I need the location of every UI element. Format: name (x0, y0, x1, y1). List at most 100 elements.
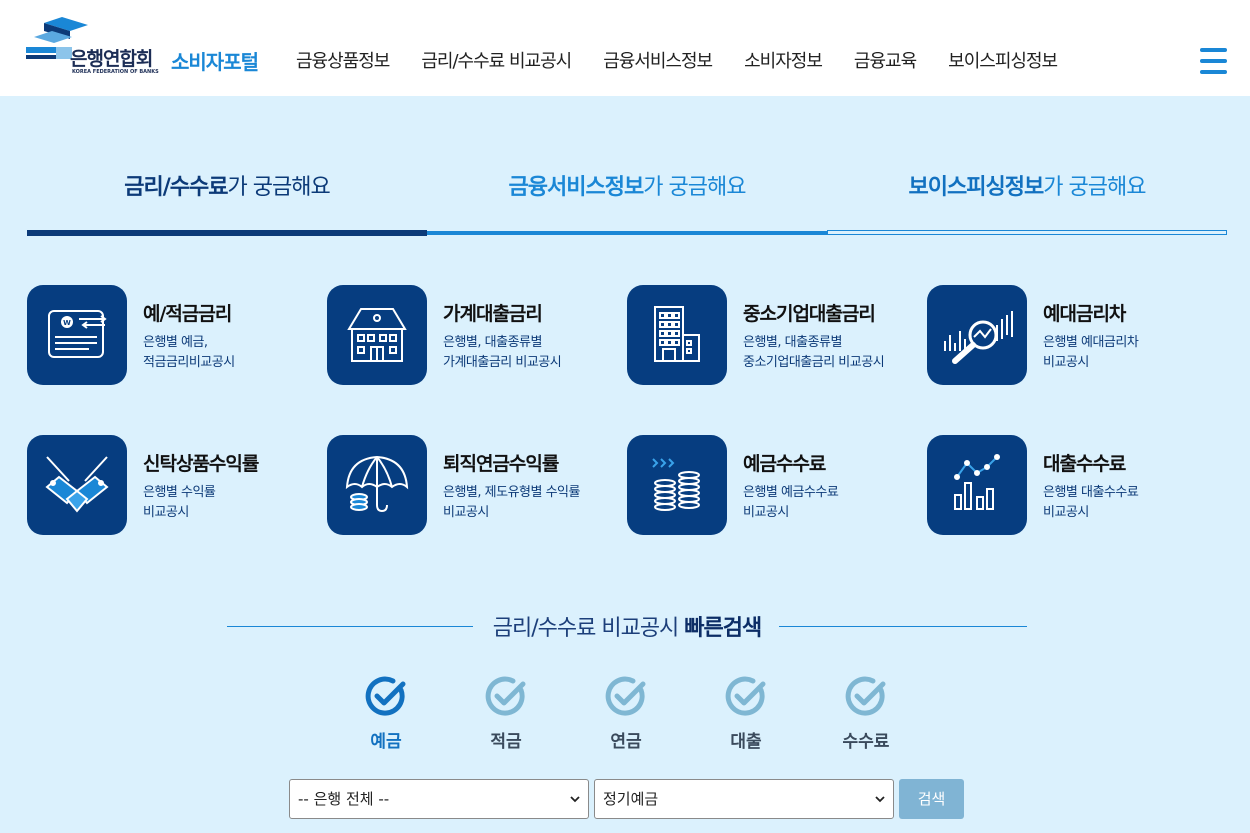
card-description: 은행별 예금, 적금금리비교공시 (143, 333, 323, 373)
title-strong: 빠른검색 (684, 616, 762, 641)
option-deposit[interactable]: 예금 (326, 676, 446, 756)
title-plain: 금리/수수료 비교공시 (492, 616, 685, 641)
magnifier-chart-icon (927, 285, 1027, 385)
card-title: 퇴직연금수익률 (443, 453, 559, 475)
card-desc-line: 가계대출금리 비교공시 (443, 355, 562, 370)
tab-underline-active (27, 230, 427, 236)
card-desc-line: 비교공시 (1043, 505, 1089, 520)
nav-item-products[interactable]: 금융상품정보 (296, 47, 390, 73)
tab-label-rest: 가 궁금해요 (1043, 175, 1146, 200)
bank-select[interactable]: -- 은행 전체 -- (289, 779, 589, 819)
nav-item-services[interactable]: 금융서비스정보 (603, 47, 713, 73)
card-desc-line: 은행별, 제도유형별 수익률 (443, 485, 580, 500)
tab-label-strong: 금리/수수료 (124, 175, 228, 200)
option-loan[interactable]: 대출 (686, 676, 806, 756)
option-label: 수수료 (842, 732, 890, 752)
option-fee[interactable]: 수수료 (806, 676, 926, 756)
svg-text:W: W (63, 319, 71, 327)
passbook-won-icon: W (27, 285, 127, 385)
card-trust-product-yield[interactable]: 신탁상품수익률 은행별 수익률 비교공시 (27, 435, 327, 535)
card-desc-line: 은행별 대출수수료 (1043, 485, 1139, 500)
bank-select-value: -- 은행 전체 -- (298, 790, 390, 808)
logo-name: 은행연합회 (70, 48, 153, 70)
option-pension[interactable]: 연금 (566, 676, 686, 756)
card-title: 대출수수료 (1043, 453, 1126, 475)
handshake-icon (27, 435, 127, 535)
card-description: 은행별, 대출종류별 중소기업대출금리 비교공시 (743, 333, 923, 373)
nav-item-rate-disclosure[interactable]: 금리/수수료 비교공시 (421, 47, 572, 73)
nav-item-education[interactable]: 금융교육 (854, 47, 917, 73)
card-title: 가계대출금리 (443, 303, 543, 325)
card-desc-line: 은행별 예금수수료 (743, 485, 839, 500)
product-select-value: 정기예금 (603, 790, 659, 808)
option-savings[interactable]: 적금 (446, 676, 566, 756)
tab-label-strong: 보이스피싱정보 (908, 175, 1045, 200)
site-header: 은행연합회 KOREA FEDERATION OF BANKS 소비자포털 금융… (0, 0, 1250, 96)
card-desc-line: 비교공시 (143, 505, 189, 520)
card-desc-line: 적금금리비교공시 (143, 355, 235, 370)
tab-label-rest: 가 궁금해요 (227, 175, 331, 200)
card-title: 중소기업대출금리 (743, 303, 876, 325)
tab-financial-services[interactable]: 금융서비스정보가 궁금해요 (427, 160, 827, 236)
card-desc-line: 은행별, 대출종류별 (743, 335, 842, 350)
card-desc-line: 은행별 수익률 (143, 485, 216, 500)
portal-name: 소비자포털 (171, 50, 259, 74)
topic-tabs: 금리/수수료가 궁금해요 금융서비스정보가 궁금해요 보이스피싱정보가 궁금해요 (27, 160, 1227, 236)
card-desc-line: 은행별 예금, (143, 335, 208, 350)
card-loan-fee[interactable]: 대출수수료 은행별 대출수수료 비교공시 (927, 435, 1227, 535)
card-desc-line: 은행별 예대금리차 (1043, 335, 1139, 350)
card-deposit-fee[interactable]: 예금수수료 은행별 예금수수료 비교공시 (627, 435, 927, 535)
card-title: 신탁상품수익률 (143, 453, 259, 475)
chevron-down-icon (875, 796, 885, 803)
card-loan-deposit-spread[interactable]: 예대금리차 은행별 예대금리차 비교공시 (927, 285, 1227, 385)
tab-rate-fee[interactable]: 금리/수수료가 궁금해요 (27, 160, 427, 236)
card-desc-line: 비교공시 (743, 505, 789, 520)
card-title: 예/적금금리 (143, 303, 232, 325)
nav-item-consumer-info[interactable]: 소비자정보 (744, 47, 823, 73)
option-label: 대출 (730, 732, 762, 752)
card-description: 은행별 예대금리차 비교공시 (1043, 333, 1223, 373)
card-sme-loan-rate[interactable]: 중소기업대출금리 은행별, 대출종류별 중소기업대출금리 비교공시 (627, 285, 927, 385)
tab-underline (827, 230, 1227, 235)
check-circle-icon (485, 676, 526, 716)
card-deposit-savings-rate[interactable]: W 예/적금금리 은행별 예금, 적금금리비교공시 (27, 285, 327, 385)
card-title: 예대금리차 (1043, 303, 1126, 325)
check-circle-icon (845, 676, 886, 716)
logo-subtitle: KOREA FEDERATION OF BANKS (72, 69, 159, 75)
card-pension-yield[interactable]: 퇴직연금수익률 은행별, 제도유형별 수익률 비교공시 (327, 435, 627, 535)
check-circle-icon (365, 676, 406, 716)
building-icon (627, 285, 727, 385)
product-select[interactable]: 정기예금 (594, 779, 894, 819)
card-description: 은행별, 대출종류별 가계대출금리 비교공시 (443, 333, 623, 373)
card-desc-line: 비교공시 (1043, 355, 1089, 370)
site-logo[interactable]: 은행연합회 KOREA FEDERATION OF BANKS 소비자포털 (26, 17, 276, 79)
house-icon (327, 285, 427, 385)
tab-underline (427, 231, 827, 235)
nav-item-voice-phishing[interactable]: 보이스피싱정보 (948, 47, 1058, 73)
main-nav: 금융상품정보 금리/수수료 비교공시 금융서비스정보 소비자정보 금융교육 보이… (296, 47, 1089, 73)
search-button[interactable]: 검색 (899, 779, 964, 819)
card-desc-line: 비교공시 (443, 505, 489, 520)
umbrella-coins-icon (327, 435, 427, 535)
line-bar-chart-icon (927, 435, 1027, 535)
card-description: 은행별 예금수수료 비교공시 (743, 483, 923, 523)
card-household-loan-rate[interactable]: 가계대출금리 은행별, 대출종류별 가계대출금리 비교공시 (327, 285, 627, 385)
option-label: 연금 (610, 732, 642, 752)
check-circle-icon (605, 676, 646, 716)
card-description: 은행별 대출수수료 비교공시 (1043, 483, 1223, 523)
card-desc-line: 중소기업대출금리 비교공시 (743, 355, 885, 370)
tab-voice-phishing[interactable]: 보이스피싱정보가 궁금해요 (827, 160, 1227, 236)
tab-label-strong: 금융서비스정보 (508, 175, 645, 200)
card-title: 예금수수료 (743, 453, 826, 475)
coin-stack-icon (627, 435, 727, 535)
quick-search-title: 금리/수수료 비교공시 빠른검색 (227, 610, 1027, 642)
card-description: 은행별, 제도유형별 수익률 비교공시 (443, 483, 623, 523)
option-label: 적금 (490, 732, 522, 752)
card-description: 은행별 수익률 비교공시 (143, 483, 323, 523)
hamburger-icon[interactable] (1200, 48, 1227, 74)
option-label: 예금 (370, 732, 402, 752)
card-desc-line: 은행별, 대출종류별 (443, 335, 542, 350)
quick-search-heading: 금리/수수료 비교공시 빠른검색 (227, 608, 1027, 644)
tab-label-rest: 가 궁금해요 (643, 175, 746, 200)
chevron-down-icon (570, 796, 580, 803)
